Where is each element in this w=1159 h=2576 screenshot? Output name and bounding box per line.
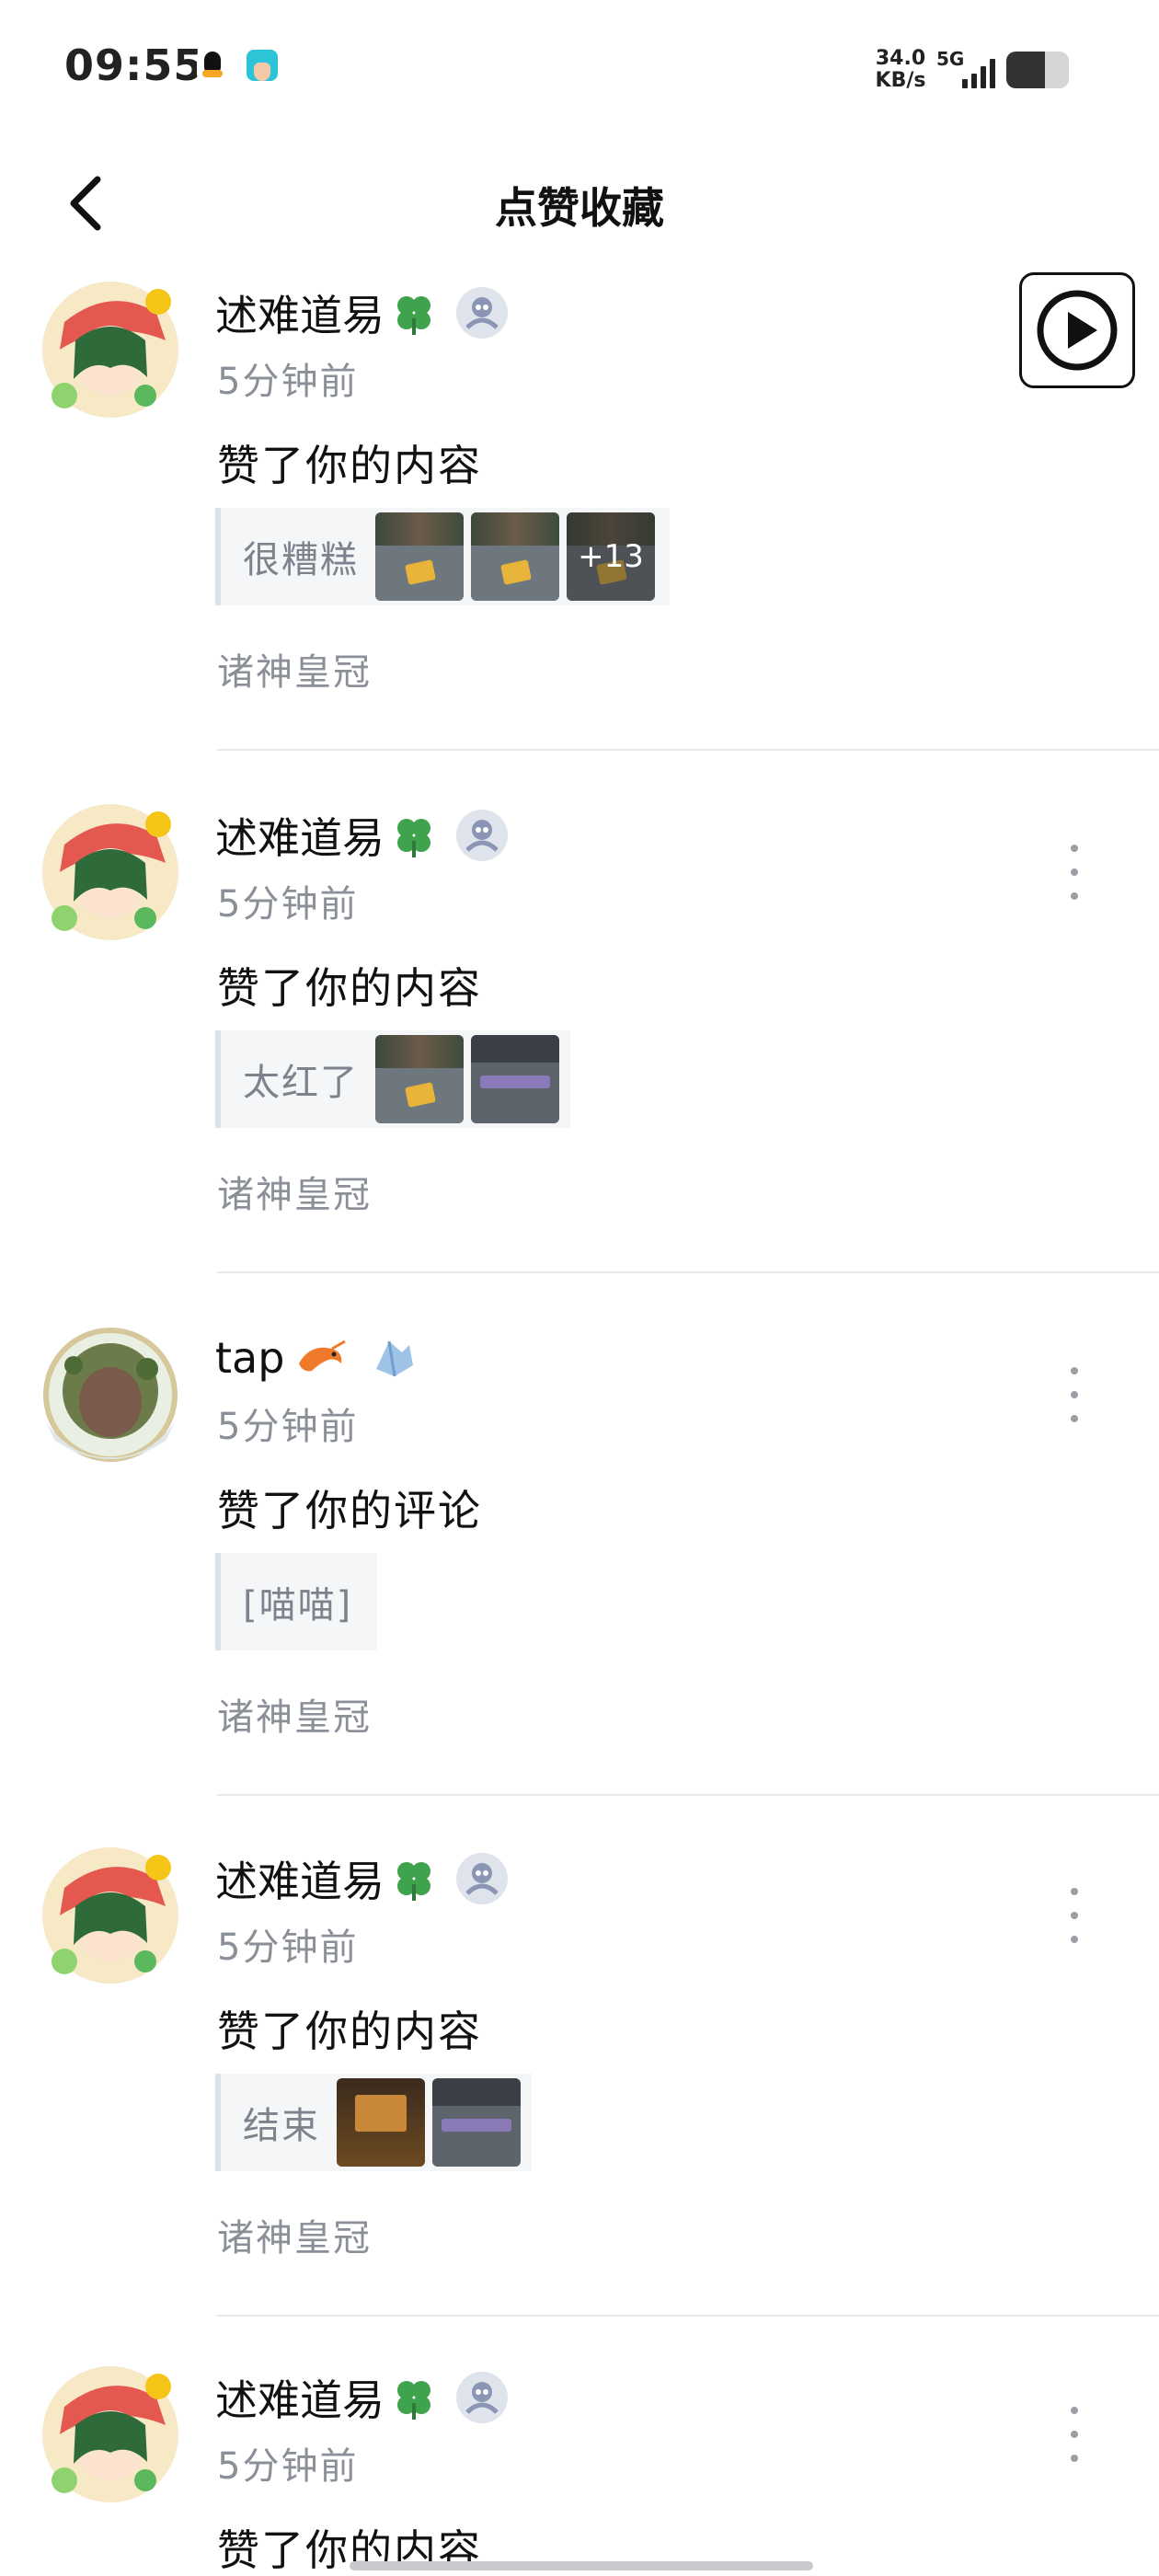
thumbnail[interactable] bbox=[337, 2078, 425, 2167]
shrimp-icon bbox=[299, 1340, 347, 1372]
name-row: 述难道易 bbox=[215, 285, 508, 340]
quoted-content[interactable]: 很糟糕 +13 bbox=[215, 508, 670, 605]
battery-level bbox=[1006, 52, 1045, 88]
name-row: 述难道易 bbox=[215, 2370, 508, 2425]
name-row: 述难道易 bbox=[215, 1851, 508, 1906]
avatar-image bbox=[42, 804, 178, 940]
notification-item[interactable]: 述难道易 5分钟前 赞了你的内容 很糟糕 +13 诸神皇冠 bbox=[0, 276, 1159, 787]
user-badge-icon bbox=[367, 1332, 419, 1384]
more-button[interactable] bbox=[1056, 845, 1093, 900]
user-badge-icon bbox=[456, 287, 508, 339]
network-speed-unit: KB/s bbox=[875, 69, 926, 92]
more-vertical-icon bbox=[1071, 1888, 1078, 1895]
quoted-content[interactable]: 结束 bbox=[215, 2074, 532, 2171]
user-name[interactable]: 述难道易 bbox=[215, 1848, 384, 1909]
quoted-content[interactable]: 太红了 bbox=[215, 1030, 570, 1128]
quote-text: [喵喵] bbox=[243, 1584, 353, 1627]
clover-icon bbox=[397, 296, 430, 335]
source-text[interactable]: 诸神皇冠 bbox=[217, 1687, 372, 1741]
quote-text: 很糟糕 bbox=[243, 539, 359, 581]
page-title: 点赞收藏 bbox=[495, 183, 664, 233]
action-text: 赞了你的评论 bbox=[217, 1486, 482, 1535]
time-ago: 5分钟前 bbox=[217, 1926, 359, 1969]
avatar-image bbox=[42, 1847, 178, 1984]
divider bbox=[217, 2315, 1159, 2317]
divider bbox=[217, 1271, 1159, 1273]
source-text[interactable]: 诸神皇冠 bbox=[217, 642, 372, 696]
time-ago: 5分钟前 bbox=[217, 1406, 359, 1448]
more-vertical-icon bbox=[1071, 845, 1078, 852]
network-speed: 34.0 KB/s bbox=[868, 48, 933, 92]
avatar-image bbox=[42, 282, 178, 418]
quote-text: 太红了 bbox=[243, 1062, 359, 1104]
action-text: 赞了你的内容 bbox=[217, 2007, 482, 2056]
thumbnail[interactable] bbox=[375, 1035, 464, 1123]
time-ago: 5分钟前 bbox=[217, 883, 359, 926]
action-text: 赞了你的内容 bbox=[217, 441, 482, 490]
action-text: 赞了你的内容 bbox=[217, 963, 482, 1013]
clover-icon bbox=[397, 819, 430, 857]
avatar[interactable] bbox=[37, 799, 184, 946]
thumbnail[interactable]: +13 bbox=[567, 512, 655, 601]
user-badge-icon bbox=[456, 810, 508, 861]
home-indicator[interactable] bbox=[350, 2561, 813, 2570]
thumbnail[interactable] bbox=[432, 2078, 521, 2167]
status-time: 09:55 bbox=[64, 40, 204, 90]
screen: 09:55 34.0 KB/s 5G 点赞收藏 述难道易 5分钟前 赞了你的内容… bbox=[0, 0, 1159, 2576]
user-badge-icon bbox=[456, 2372, 508, 2423]
notification-item[interactable]: 述难道易 5分钟前 赞了你的内容 bbox=[0, 2361, 1159, 2576]
more-button[interactable] bbox=[1056, 1888, 1093, 1943]
notification-item[interactable]: tap 5分钟前 赞了你的评论 [喵喵] 诸神皇冠 bbox=[0, 1321, 1159, 1832]
battery-icon bbox=[1006, 52, 1069, 88]
thumbnail[interactable] bbox=[471, 1035, 559, 1123]
quoted-content[interactable]: [喵喵] bbox=[215, 1553, 377, 1650]
more-images-count: +13 bbox=[567, 512, 655, 601]
user-name[interactable]: 述难道易 bbox=[215, 2367, 384, 2428]
floating-play-button[interactable] bbox=[1019, 272, 1135, 388]
notification-item[interactable]: 述难道易 5分钟前 赞了你的内容 bbox=[0, 799, 1159, 1309]
thumbnail[interactable] bbox=[375, 512, 464, 601]
source-text[interactable]: 诸神皇冠 bbox=[217, 1165, 372, 1218]
play-circle-icon bbox=[1037, 290, 1118, 371]
source-text[interactable]: 诸神皇冠 bbox=[217, 2208, 372, 2261]
network-speed-value: 34.0 bbox=[875, 47, 926, 70]
more-button[interactable] bbox=[1056, 1367, 1093, 1422]
more-button[interactable] bbox=[1056, 2407, 1093, 2462]
name-row: 述难道易 bbox=[215, 808, 508, 863]
quote-text: 结束 bbox=[243, 2105, 320, 2147]
user-name[interactable]: tap bbox=[215, 1333, 284, 1383]
more-vertical-icon bbox=[1071, 2407, 1078, 2414]
clover-icon bbox=[397, 2381, 430, 2420]
signal-icon bbox=[962, 55, 999, 88]
time-ago: 5分钟前 bbox=[217, 361, 359, 403]
network-type: 5G bbox=[936, 48, 965, 70]
time-ago: 5分钟前 bbox=[217, 2445, 359, 2488]
thumbnail[interactable] bbox=[471, 512, 559, 601]
name-row: tap bbox=[215, 1330, 419, 1386]
notification-item[interactable]: 述难道易 5分钟前 赞了你的内容 bbox=[0, 1842, 1159, 2352]
avatar[interactable] bbox=[37, 1321, 184, 1468]
qq-icon bbox=[197, 50, 228, 81]
avatar[interactable] bbox=[37, 276, 184, 423]
avatar-image bbox=[43, 1328, 178, 1462]
clover-icon bbox=[397, 1862, 430, 1901]
avatar[interactable] bbox=[37, 2361, 184, 2508]
user-name[interactable]: 述难道易 bbox=[215, 805, 384, 866]
user-badge-icon bbox=[456, 1853, 508, 1904]
avatar-image bbox=[42, 2366, 178, 2502]
game-app-icon bbox=[247, 50, 278, 81]
status-bar: 09:55 34.0 KB/s 5G bbox=[0, 0, 1159, 138]
avatar[interactable] bbox=[37, 1842, 184, 1989]
divider bbox=[217, 1794, 1159, 1796]
divider bbox=[217, 749, 1159, 751]
more-vertical-icon bbox=[1071, 1367, 1078, 1374]
user-name[interactable]: 述难道易 bbox=[215, 282, 384, 343]
